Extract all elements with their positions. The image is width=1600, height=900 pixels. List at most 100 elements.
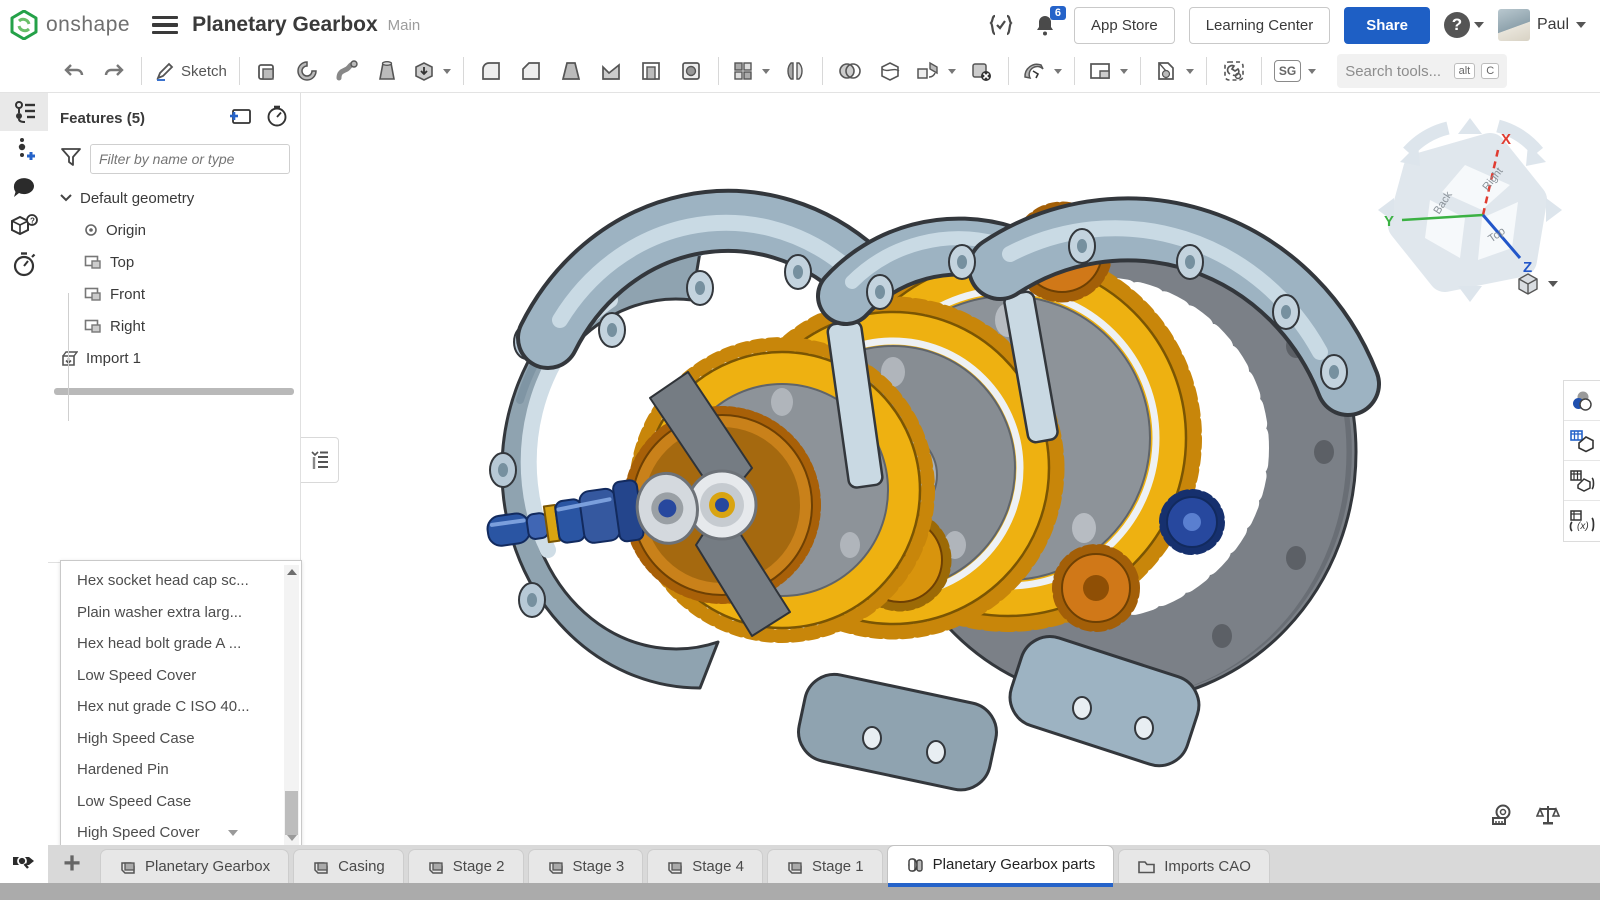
tilt-up-arrow[interactable] bbox=[1458, 118, 1482, 134]
boolean-button[interactable] bbox=[832, 54, 868, 88]
mirror-button[interactable] bbox=[777, 54, 813, 88]
input-pinion[interactable] bbox=[1164, 494, 1220, 550]
tab-imports-cao[interactable]: Imports CAO bbox=[1118, 849, 1270, 883]
tab-stage-1[interactable]: Stage 1 bbox=[767, 849, 883, 883]
tree-item-front-plane[interactable]: Front bbox=[48, 278, 300, 310]
sketch-button[interactable]: Sketch bbox=[151, 54, 230, 88]
tree-item-default-geometry[interactable]: Default geometry bbox=[48, 182, 300, 214]
parts-tab-icon bbox=[906, 856, 925, 874]
share-button[interactable]: Share bbox=[1344, 7, 1430, 44]
sheet-metal-toggle[interactable]: SG bbox=[1271, 54, 1319, 88]
tab-casing[interactable]: Casing bbox=[293, 849, 404, 883]
planet-gear-bottom[interactable] bbox=[1058, 550, 1134, 626]
onshape-logo[interactable]: onshape bbox=[0, 10, 130, 40]
tree-item-origin[interactable]: Origin bbox=[48, 214, 300, 246]
list-item[interactable]: Hardened Pin bbox=[61, 754, 281, 786]
loft-button[interactable] bbox=[369, 54, 405, 88]
tab-stage-4[interactable]: Stage 4 bbox=[647, 849, 763, 883]
tree-item-top-plane[interactable]: Top bbox=[48, 246, 300, 278]
item-dropdown-icon[interactable] bbox=[228, 830, 238, 836]
hamburger-menu-icon[interactable] bbox=[152, 12, 178, 39]
draft-button[interactable] bbox=[553, 54, 589, 88]
workspace-branch[interactable]: Main bbox=[388, 17, 421, 34]
user-menu[interactable]: Paul bbox=[1498, 9, 1586, 41]
chevron-down-icon bbox=[948, 69, 956, 74]
shell-button[interactable] bbox=[633, 54, 669, 88]
list-item[interactable]: Low Speed Case bbox=[61, 786, 281, 818]
list-item[interactable]: Hex socket head cap sc... bbox=[61, 565, 281, 597]
add-tab-button[interactable]: + bbox=[55, 848, 89, 880]
tree-guide-line bbox=[68, 293, 69, 421]
appearance-button[interactable] bbox=[1564, 381, 1600, 421]
rollback-history-icon[interactable] bbox=[266, 105, 288, 132]
mass-properties-icon[interactable] bbox=[1536, 804, 1560, 831]
configured-features-button[interactable] bbox=[1564, 461, 1600, 501]
help-menu[interactable]: ? bbox=[1444, 12, 1484, 38]
part-studio-tab-icon bbox=[786, 858, 804, 876]
revolve-button[interactable] bbox=[289, 54, 325, 88]
hole-button[interactable] bbox=[673, 54, 709, 88]
tab-stage-2[interactable]: Stage 2 bbox=[408, 849, 524, 883]
chevron-down-icon bbox=[762, 69, 770, 74]
new-folder-icon[interactable] bbox=[228, 106, 252, 131]
feature-tree: Default geometry Origin Top Front Right … bbox=[48, 182, 300, 374]
history-panel-button[interactable] bbox=[0, 245, 48, 283]
scroll-down-button[interactable] bbox=[284, 831, 299, 845]
rib-button[interactable] bbox=[593, 54, 629, 88]
project-curve-button[interactable] bbox=[1150, 54, 1197, 88]
tree-item-import-1[interactable]: Import 1 bbox=[48, 342, 300, 374]
filter-funnel-icon[interactable] bbox=[60, 147, 82, 172]
tools-button[interactable] bbox=[1216, 54, 1252, 88]
redo-button[interactable] bbox=[96, 54, 132, 88]
import-icon bbox=[60, 350, 78, 367]
tab-planetary-gearbox[interactable]: Planetary Gearbox bbox=[100, 849, 289, 883]
filter-input[interactable] bbox=[90, 144, 290, 174]
delete-part-button[interactable] bbox=[963, 54, 999, 88]
undo-button[interactable] bbox=[56, 54, 92, 88]
thicken-button[interactable] bbox=[409, 54, 454, 88]
chevron-down-icon bbox=[1548, 281, 1558, 287]
tab-search-button[interactable] bbox=[0, 845, 48, 883]
user-name: Paul bbox=[1537, 16, 1569, 34]
list-item[interactable]: High Speed Case bbox=[61, 723, 281, 755]
split-button[interactable] bbox=[872, 54, 908, 88]
list-item[interactable]: High Speed Cover bbox=[61, 817, 281, 848]
versions-panel-button[interactable] bbox=[0, 131, 48, 169]
pan-right-arrow[interactable] bbox=[1546, 198, 1562, 222]
part-studio-tab-icon bbox=[666, 858, 684, 876]
tree-item-right-plane[interactable]: Right bbox=[48, 310, 300, 342]
scroll-up-button[interactable] bbox=[284, 565, 299, 579]
app-store-button[interactable]: App Store bbox=[1074, 7, 1175, 44]
notifications-bell-icon[interactable]: 6 bbox=[1030, 10, 1060, 40]
key-c: C bbox=[1481, 63, 1499, 79]
view-options-button[interactable] bbox=[1516, 272, 1558, 296]
sweep-button[interactable] bbox=[329, 54, 365, 88]
scrollbar[interactable] bbox=[284, 565, 299, 845]
list-item[interactable]: Hex head bolt grade A ... bbox=[61, 628, 281, 660]
tab-stage-3[interactable]: Stage 3 bbox=[528, 849, 644, 883]
plane-button[interactable] bbox=[1084, 54, 1131, 88]
modify-fillet-button[interactable] bbox=[1018, 54, 1065, 88]
scrollbar-thumb[interactable] bbox=[285, 791, 298, 835]
tab-planetary-gearbox-parts[interactable]: Planetary Gearbox parts bbox=[887, 845, 1115, 883]
panel-collapse-flap[interactable] bbox=[301, 437, 339, 483]
learning-center-button[interactable]: Learning Center bbox=[1189, 7, 1331, 44]
comments-panel-button[interactable] bbox=[0, 169, 48, 207]
learn-panel-button[interactable]: ? bbox=[0, 207, 48, 245]
rollback-bar[interactable] bbox=[54, 388, 294, 395]
feature-list-panel-button[interactable] bbox=[0, 93, 48, 131]
chamfer-button[interactable] bbox=[513, 54, 549, 88]
linear-pattern-button[interactable] bbox=[728, 54, 773, 88]
list-item[interactable]: Hex nut grade C ISO 40... bbox=[61, 691, 281, 723]
list-item[interactable]: Low Speed Cover bbox=[61, 660, 281, 692]
measure-tool-icon[interactable] bbox=[1490, 804, 1514, 831]
extrude-button[interactable] bbox=[249, 54, 285, 88]
tilt-down-arrow[interactable] bbox=[1458, 286, 1482, 302]
list-item[interactable]: Plain washer extra larg... bbox=[61, 597, 281, 629]
configurations-button[interactable] bbox=[1564, 421, 1600, 461]
transform-button[interactable] bbox=[912, 54, 959, 88]
featurescript-icon[interactable] bbox=[986, 10, 1016, 40]
fillet-button[interactable] bbox=[473, 54, 509, 88]
search-tools-input[interactable]: Search tools... alt C bbox=[1337, 54, 1507, 88]
variables-button[interactable]: (x) bbox=[1564, 501, 1600, 541]
